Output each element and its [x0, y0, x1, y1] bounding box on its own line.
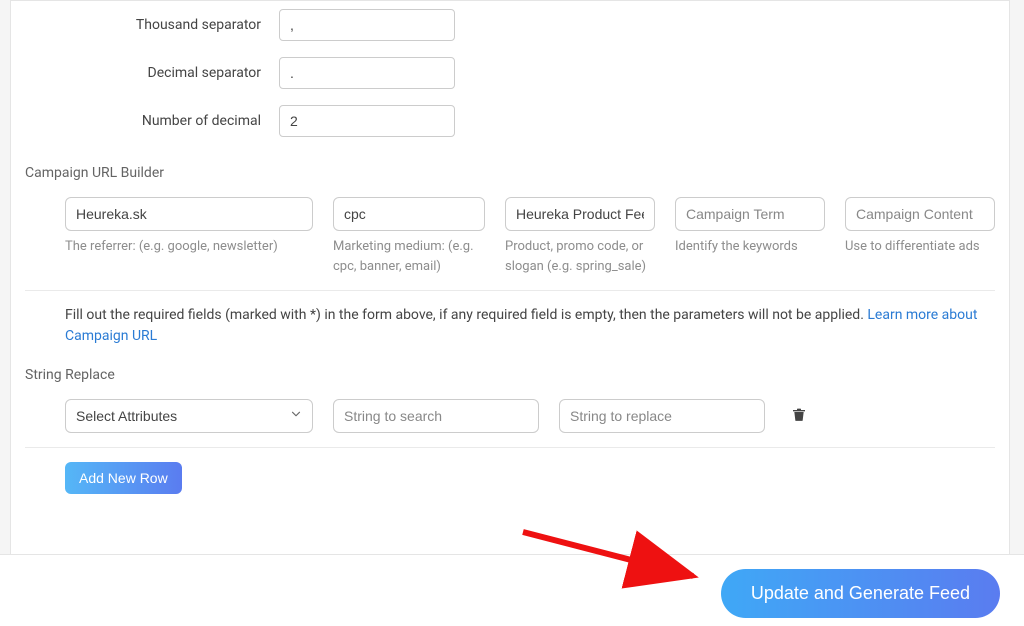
thousand-separator-row: Thousand separator	[11, 1, 1009, 49]
decimal-count-row: Number of decimal	[11, 97, 1009, 145]
trash-icon[interactable]	[791, 406, 807, 426]
divider	[25, 290, 995, 291]
string-to-replace-input[interactable]	[559, 399, 765, 433]
campaign-term-input[interactable]	[675, 197, 825, 231]
decimal-separator-label: Decimal separator	[11, 65, 279, 81]
update-and-generate-feed-button[interactable]: Update and Generate Feed	[721, 569, 1000, 618]
string-to-search-input[interactable]	[333, 399, 539, 433]
settings-panel: Thousand separator Decimal separator Num…	[10, 0, 1010, 555]
decimal-separator-input[interactable]	[279, 57, 455, 89]
decimal-count-input[interactable]	[279, 105, 455, 137]
thousand-separator-label: Thousand separator	[11, 17, 279, 33]
campaign-name-input[interactable]	[505, 197, 655, 231]
campaign-medium-input[interactable]	[333, 197, 485, 231]
campaign-content-col: Use to differentiate ads	[845, 197, 995, 276]
string-replace-attribute-select[interactable]: Select Attributes	[65, 399, 313, 433]
campaign-url-info: Fill out the required fields (marked wit…	[65, 305, 985, 347]
decimal-count-label: Number of decimal	[11, 113, 279, 129]
campaign-medium-col: Marketing medium: (e.g. cpc, banner, ema…	[333, 197, 485, 276]
campaign-name-col: Product, promo code, or slogan (e.g. spr…	[505, 197, 655, 276]
campaign-medium-hint: Marketing medium: (e.g. cpc, banner, ema…	[333, 237, 485, 276]
string-replace-heading: String Replace	[25, 367, 1009, 383]
campaign-url-info-text: Fill out the required fields (marked wit…	[65, 307, 867, 323]
decimal-separator-row: Decimal separator	[11, 49, 1009, 97]
string-replace-row: Select Attributes	[65, 399, 1009, 433]
add-new-row-button[interactable]: Add New Row	[65, 462, 182, 494]
campaign-url-builder-heading: Campaign URL Builder	[25, 165, 1009, 181]
campaign-source-input[interactable]	[65, 197, 313, 231]
string-replace-attribute-select-wrap: Select Attributes	[65, 399, 313, 433]
campaign-content-hint: Use to differentiate ads	[845, 237, 995, 257]
footer-bar: Update and Generate Feed	[0, 554, 1024, 626]
campaign-name-hint: Product, promo code, or slogan (e.g. spr…	[505, 237, 655, 276]
campaign-term-col: Identify the keywords	[675, 197, 825, 276]
campaign-term-hint: Identify the keywords	[675, 237, 825, 257]
campaign-content-input[interactable]	[845, 197, 995, 231]
divider	[25, 447, 995, 448]
campaign-source-col: The referrer: (e.g. google, newsletter)	[65, 197, 313, 276]
thousand-separator-input[interactable]	[279, 9, 455, 41]
campaign-source-hint: The referrer: (e.g. google, newsletter)	[65, 237, 313, 257]
campaign-url-builder-row: The referrer: (e.g. google, newsletter) …	[65, 197, 1009, 276]
